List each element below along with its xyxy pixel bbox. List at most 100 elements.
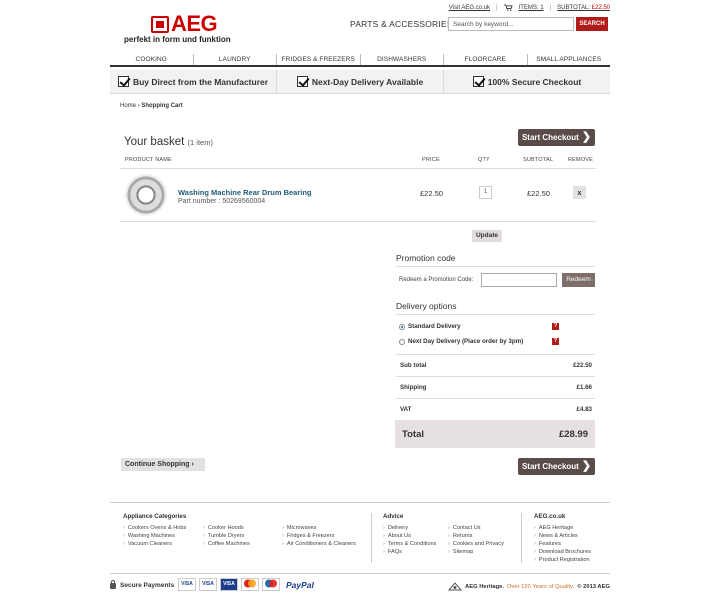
summary-label: Shipping (400, 384, 427, 391)
aeg-heritage-logo-icon (448, 582, 463, 591)
footer-link[interactable]: Contact Us (448, 524, 504, 532)
subtotal-value: £22.50 (591, 4, 610, 11)
breadcrumb-home[interactable]: Home (120, 103, 136, 109)
summary-label: VAT (400, 406, 412, 413)
footer-separator (521, 513, 522, 563)
footer-link[interactable]: About Us (383, 532, 436, 540)
continue-shopping-button[interactable]: Continue Shopping › (121, 458, 205, 471)
basket-title: Your basket (1 item) (124, 136, 213, 148)
visa-debit-icon: VISA (199, 578, 217, 591)
visa-electron-icon: VISA (220, 578, 238, 591)
nav-small-appliances[interactable]: SMALL APPLIANCES (528, 54, 611, 65)
footer-link[interactable]: FAQs (383, 548, 436, 556)
footer-link[interactable]: Air Conditioners & Cleaners (282, 540, 356, 548)
col-product-name: PRODUCT NAME (125, 157, 172, 163)
footer-link[interactable]: Cooker Hoods (203, 524, 250, 532)
section-title: PARTS & ACCESSORIES (350, 19, 453, 29)
nav-fridges-freezers[interactable]: FRIDGES & FREEZERS (277, 54, 361, 65)
footer-link[interactable]: Sitemap (448, 548, 504, 556)
help-icon[interactable]: ? (552, 338, 559, 345)
footer-link[interactable]: News & Articles (534, 532, 591, 540)
benefit-secure: 100% Secure Checkout (444, 70, 610, 93)
lock-icon (110, 579, 116, 589)
footer-link[interactable]: Cookies and Privacy (448, 540, 504, 548)
footer-link[interactable]: Delivery (383, 524, 436, 532)
heritage-highlight: Over 120 Years of Quality. (507, 583, 575, 590)
footer-link[interactable]: Returns (448, 532, 504, 540)
footer-link[interactable]: Fridges & Freezers (282, 532, 356, 540)
total-value: £28.99 (558, 428, 588, 440)
footer-link[interactable]: Vacuum Cleaners (123, 540, 186, 548)
summary-value: £4.83 (576, 406, 592, 413)
footer-advice-title: Advice (383, 513, 404, 520)
product-image[interactable] (125, 174, 167, 216)
footer-divider (110, 502, 610, 503)
footer-link[interactable]: Microwaves (282, 524, 356, 532)
maestro-icon (262, 578, 280, 591)
items-count[interactable]: ITEMS: 1 (519, 5, 544, 11)
checkbox-tick-icon (296, 76, 308, 87)
copyright: © 2013 AEG (577, 583, 610, 590)
col-remove: REMOVE (568, 157, 594, 163)
aeg-logo[interactable]: AEG (171, 12, 218, 36)
breadcrumb: Home › Shopping Cart (120, 103, 183, 109)
nav-laundry[interactable]: LAUNDRY (194, 54, 277, 65)
footer-appliance-list-1: Cookers Ovens & Hobs Washing Machines Va… (123, 524, 186, 548)
mastercard-icon (241, 578, 259, 591)
summary-row: Sub total £22.50 (396, 354, 595, 376)
promo-code-input[interactable] (481, 273, 557, 287)
aeg-logo-mark[interactable] (151, 16, 169, 33)
remove-item-button[interactable]: x (573, 186, 586, 199)
col-qty: QTY (478, 157, 490, 163)
footer-link[interactable]: AEG Heritage (534, 524, 591, 532)
footer-link[interactable]: Tumble Dryers (203, 532, 250, 540)
footer-link[interactable]: Product Registration (534, 556, 591, 564)
footer-separator (371, 513, 372, 563)
radio-standard-delivery[interactable] (399, 324, 405, 330)
nav-cooking[interactable]: COOKING (110, 54, 194, 65)
chevron-right-icon: ❯ (581, 131, 592, 143)
start-checkout-button-bottom[interactable]: Start Checkout ❯ (518, 458, 595, 475)
search-input[interactable]: Search by keyword... (448, 17, 574, 31)
footer-advice-list-1: Delivery About Us Terms & Conditions FAQ… (383, 524, 437, 556)
product-name-link[interactable]: Washing Machine Rear Drum Bearing (178, 188, 312, 197)
cart-icon[interactable] (503, 4, 513, 11)
product-price: £22.50 (420, 189, 443, 198)
top-links: Visit AEG.co.uk | ITEMS: 1 | SUBTOTAL: £… (449, 4, 610, 11)
summary-row: Shipping £1.66 (396, 376, 595, 398)
footer-link[interactable]: Download Brochures (534, 548, 591, 556)
start-checkout-button-top[interactable]: Start Checkout ❯ (518, 129, 595, 146)
delivery-title: Delivery options (396, 301, 457, 311)
heritage-prefix: AEG Heritage. (465, 583, 504, 590)
col-subtotal: SUBTOTAL (523, 157, 554, 163)
nav-dishwashers[interactable]: DISHWASHERS (361, 54, 444, 65)
next-day-delivery-label[interactable]: Next Day Delivery (Place order by 3pm) (408, 338, 523, 345)
subtotal-label: SUBTOTAL: (557, 4, 590, 11)
footer-link[interactable]: Washing Machines (123, 532, 186, 540)
separator: | (496, 4, 498, 11)
visit-aeg-link[interactable]: Visit AEG.co.uk (449, 5, 490, 11)
subtotal-link[interactable]: SUBTOTAL: £22.50 (557, 5, 610, 11)
chevron-right-icon: ❯ (581, 460, 592, 472)
update-button[interactable]: Update (472, 230, 502, 242)
footer-link[interactable]: Terms & Conditions (383, 540, 437, 548)
help-icon[interactable]: ? (552, 323, 559, 330)
nav-floorcare[interactable]: FLOORCARE (444, 54, 528, 65)
redeem-button[interactable]: Redeem (562, 273, 595, 287)
col-price: PRICE (422, 157, 440, 163)
quantity-input[interactable]: 1 (479, 186, 492, 199)
separator: | (549, 4, 552, 11)
footer-link[interactable]: Cookers Ovens & Hobs (123, 524, 186, 532)
checkbox-tick-icon (117, 76, 129, 87)
footer-link[interactable]: Coffee Machines (203, 540, 250, 548)
footer-advice-list-2: Contact Us Returns Cookies and Privacy S… (448, 524, 504, 556)
benefit-label: Buy Direct from the Manufacturer (132, 76, 269, 87)
search-button[interactable]: SEARCH (576, 17, 608, 31)
payment-cards: VISA VISA VISA PayPal (178, 578, 314, 591)
promo-label: Redeem a Promotion Code: (399, 277, 474, 283)
footer-link[interactable]: Features (534, 540, 591, 548)
radio-next-day-delivery[interactable] (399, 339, 405, 345)
benefit-label: Next-Day Delivery Available (311, 76, 424, 87)
standard-delivery-label[interactable]: Standard Delivery (408, 323, 461, 330)
divider (396, 266, 595, 267)
